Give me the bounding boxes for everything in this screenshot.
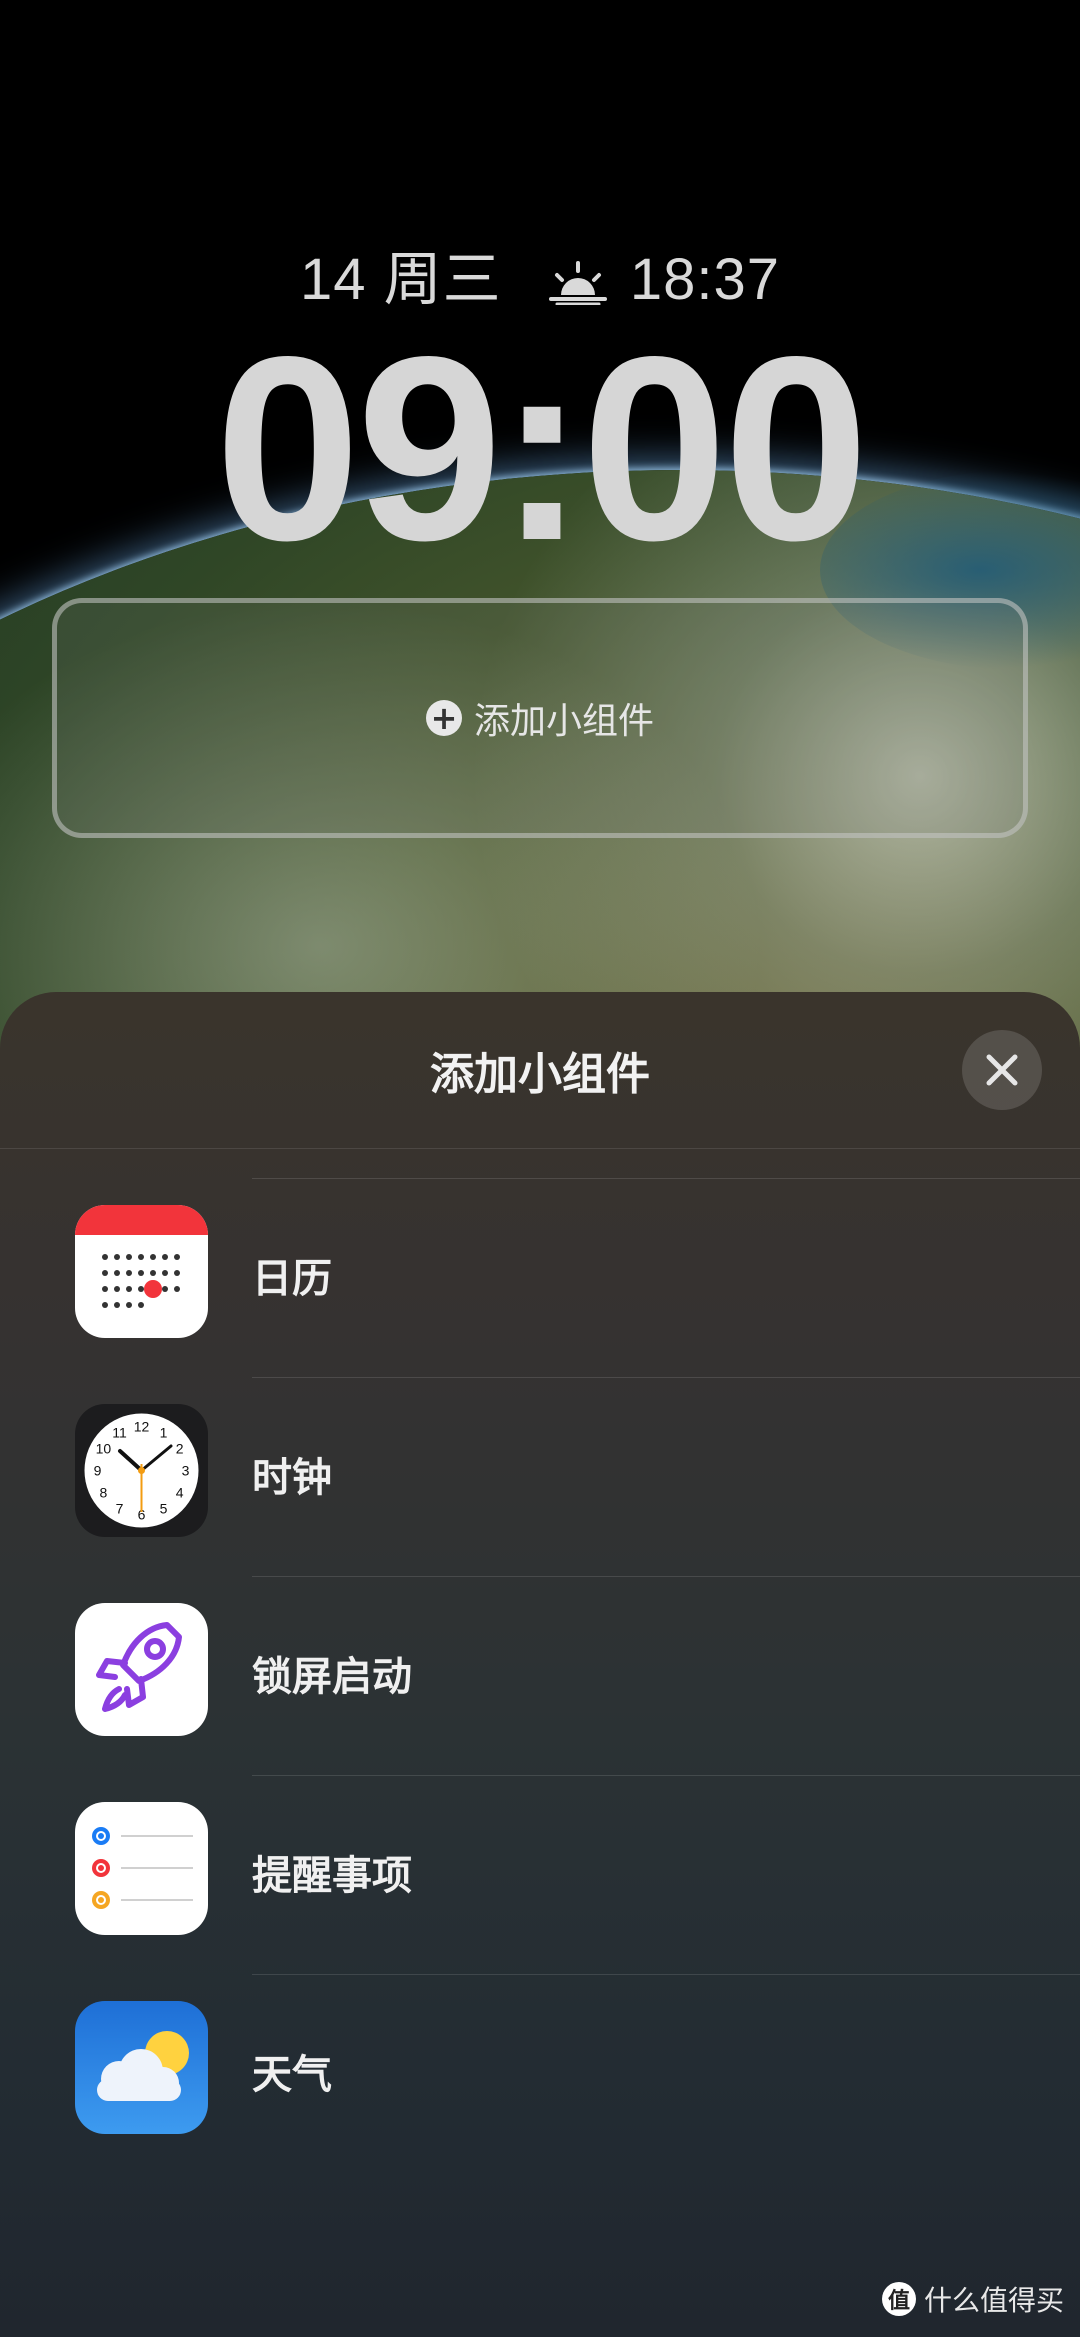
watermark-logo-icon: 值 [881,2282,916,2316]
reminders-app-icon [75,1802,208,1935]
clock-numeral: 5 [160,1501,168,1517]
list-item-label: 日历 [252,1256,332,1302]
clock-numeral: 11 [112,1424,127,1440]
weather-app-icon [75,2001,208,2134]
clock-numeral: 7 [116,1501,124,1517]
list-item-reminders[interactable]: 提醒事项 [0,1775,1080,1974]
divider [252,1377,1080,1378]
clock-numeral: 12 [134,1419,150,1435]
divider [252,1178,1080,1179]
close-icon [986,1054,1018,1086]
clock-numeral: 9 [94,1463,102,1479]
list-item-lockscreen-launcher[interactable]: 锁屏启动 [0,1576,1080,1775]
widget-app-list: 日历 12 1 2 3 4 5 6 7 8 9 10 11 时钟 锁屏启动 提醒… [0,1178,1080,2173]
divider [252,1576,1080,1577]
list-item-calendar[interactable]: 日历 [0,1178,1080,1377]
lock-screen-time[interactable]: 09:00 [0,318,1080,580]
clock-numeral: 10 [96,1441,112,1457]
clock-numeral: 2 [176,1441,184,1457]
list-item-label: 锁屏启动 [252,1654,412,1700]
calendar-app-icon [75,1205,208,1338]
list-item-clock[interactable]: 12 1 2 3 4 5 6 7 8 9 10 11 时钟 [0,1377,1080,1576]
clock-numeral: 3 [182,1463,190,1479]
clock-numeral: 4 [176,1485,184,1501]
add-widget-slot-label: 添加小组件 [473,701,654,742]
plus-circle-icon: + [425,700,462,736]
list-item-label: 提醒事项 [252,1853,412,1899]
close-button[interactable] [962,1030,1042,1110]
list-item-label: 天气 [252,2052,332,2098]
sunset-icon [548,261,607,305]
sheet-header: 添加小组件 [0,992,1080,1149]
watermark: 值 什么值得买 [881,2279,1064,2319]
watermark-text: 什么值得买 [923,2284,1064,2317]
clock-app-icon: 12 1 2 3 4 5 6 7 8 9 10 11 [75,1404,208,1537]
add-widget-slot[interactable]: + 添加小组件 [52,598,1028,838]
sheet-title: 添加小组件 [430,1049,650,1100]
add-widget-sheet: 添加小组件 日历 12 1 2 3 4 5 6 7 8 9 10 11 时钟 锁… [0,992,1080,2337]
list-item-weather[interactable]: 天气 [0,1974,1080,2173]
list-item-label: 时钟 [252,1455,332,1501]
divider [252,1974,1080,1975]
clock-numeral: 1 [160,1424,168,1440]
divider [252,1775,1080,1776]
rocket-app-icon [75,1603,208,1736]
clock-numeral: 8 [100,1485,108,1501]
